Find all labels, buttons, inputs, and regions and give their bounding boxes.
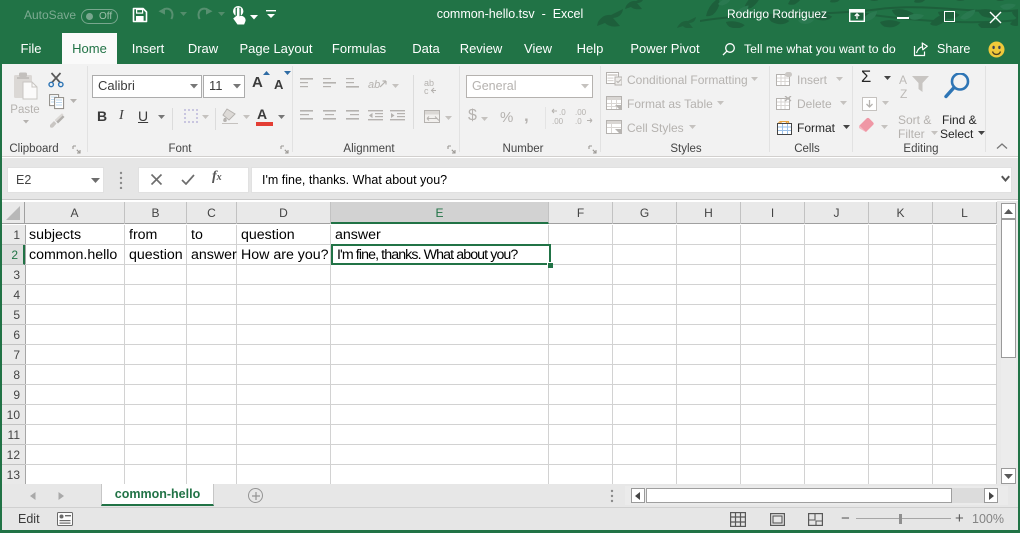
- svg-text:ab: ab: [368, 79, 380, 91]
- svg-text:.00: .00: [575, 108, 587, 117]
- svg-text:.0: .0: [575, 117, 582, 125]
- svg-text:.00: .00: [552, 117, 564, 125]
- svg-text:.0: .0: [559, 108, 566, 117]
- svg-text:c: c: [424, 86, 429, 94]
- svg-text:A: A: [899, 73, 907, 87]
- svg-text:Z: Z: [900, 87, 907, 99]
